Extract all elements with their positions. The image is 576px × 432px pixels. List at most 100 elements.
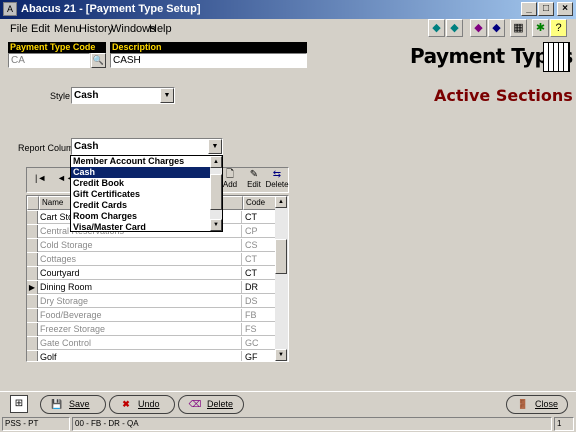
report-column-select[interactable]: Cash ▼ — [71, 138, 223, 155]
row-indicator[interactable] — [27, 267, 38, 280]
cell-name[interactable]: Gate Control — [39, 337, 242, 350]
bookmark-icon[interactable]: ◆ — [470, 19, 487, 37]
row-indicator[interactable] — [27, 239, 38, 252]
history-icon[interactable]: ◆ — [488, 19, 505, 37]
cell-code[interactable]: CS — [243, 239, 276, 252]
minimize-button[interactable]: _ — [521, 2, 537, 16]
scroll-down-icon[interactable]: ▼ — [210, 219, 222, 231]
table-row[interactable]: ▶ Dining Room DR — [27, 281, 276, 294]
delete-icon: ⌫ — [188, 399, 202, 409]
dropdown-option[interactable]: Gift Certificates — [71, 189, 211, 200]
next-record-icon[interactable]: ◆ — [446, 19, 463, 37]
dropdown-option[interactable]: Credit Book — [71, 178, 211, 189]
table-row[interactable]: Courtyard CT — [27, 267, 276, 280]
menu-menu[interactable]: Menu — [54, 23, 82, 35]
row-indicator[interactable] — [27, 295, 38, 308]
cell-name[interactable]: Cottages — [39, 253, 242, 266]
cell-name[interactable]: Food/Beverage — [39, 309, 242, 322]
cell-name[interactable]: Cold Storage — [39, 239, 242, 252]
cell-name[interactable]: Dry Storage — [39, 295, 242, 308]
report-column-label: Report Column — [18, 143, 79, 153]
status-count: 1 — [554, 417, 574, 431]
undo-button[interactable]: ✖ Undo — [109, 395, 175, 414]
dropdown-option[interactable]: Member Account Charges — [71, 156, 211, 167]
payment-type-code-input[interactable]: CA — [8, 53, 90, 68]
table-row[interactable]: Golf GF — [27, 351, 276, 361]
cell-name[interactable]: Freezer Storage — [39, 323, 242, 336]
scroll-up-icon[interactable]: ▲ — [275, 196, 287, 208]
run-icon[interactable]: ✱ — [532, 19, 549, 37]
prev-record-icon[interactable]: ◆ — [428, 19, 445, 37]
dropdown-option[interactable]: Credit Cards — [71, 200, 211, 211]
description-label: Description — [110, 42, 307, 53]
description-input[interactable]: CASH — [110, 53, 307, 68]
menu-help[interactable]: Help — [149, 23, 172, 35]
status-context: 00 - FB - DR - QA — [72, 417, 552, 431]
grid-scrollbar[interactable]: ▲ ▼ — [275, 196, 288, 361]
first-record-button[interactable]: |◄ — [35, 173, 46, 183]
row-indicator[interactable] — [27, 309, 38, 322]
scroll-up-icon[interactable]: ▲ — [210, 156, 222, 168]
chevron-down-icon[interactable]: ▼ — [160, 88, 174, 103]
row-indicator[interactable] — [27, 253, 38, 266]
app-icon[interactable]: A — [3, 2, 17, 16]
table-row[interactable]: Cottages CT — [27, 253, 276, 266]
dropdown-option[interactable]: Cash — [71, 167, 211, 178]
current-row-indicator-icon[interactable]: ▶ — [27, 281, 38, 294]
close-window-button[interactable]: × — [557, 2, 573, 16]
edit-button[interactable]: ✎ Edit — [243, 169, 265, 189]
calculator-icon[interactable]: ▦ — [510, 19, 527, 37]
column-header-code[interactable]: Code — [243, 196, 276, 210]
row-indicator[interactable] — [27, 225, 38, 238]
cell-name[interactable]: Dining Room — [39, 281, 242, 294]
help-icon[interactable]: ? — [550, 19, 567, 37]
cell-code[interactable]: CP — [243, 225, 276, 238]
save-label: Save — [69, 399, 90, 409]
scroll-down-icon[interactable]: ▼ — [275, 349, 287, 361]
cell-name[interactable]: Courtyard — [39, 267, 242, 280]
status-module: PSS - PT — [2, 417, 70, 431]
close-button[interactable]: 🚪 Close — [506, 395, 568, 414]
cell-code[interactable]: FS — [243, 323, 276, 336]
row-indicator[interactable] — [27, 337, 38, 350]
table-row[interactable]: Freezer Storage FS — [27, 323, 276, 336]
chevron-down-icon[interactable]: ▼ — [208, 139, 222, 154]
add-label: Add — [222, 180, 238, 189]
cell-code[interactable]: CT — [243, 267, 276, 280]
dropdown-scrollbar[interactable]: ▲ ▼ — [210, 156, 222, 231]
row-indicator[interactable] — [27, 323, 38, 336]
table-row[interactable]: Gate Control GC — [27, 337, 276, 350]
tree-icon[interactable]: ⊞ — [10, 395, 28, 413]
row-indicator[interactable] — [27, 211, 38, 224]
scroll-thumb[interactable] — [210, 174, 222, 210]
payment-type-code-label: Payment Type Code — [8, 42, 106, 53]
cell-code[interactable]: DS — [243, 295, 276, 308]
style-select[interactable]: Cash ▼ — [71, 87, 175, 104]
menu-edit[interactable]: Edit — [31, 23, 50, 35]
save-button[interactable]: 💾 Save — [40, 395, 106, 414]
dropdown-option[interactable]: Visa/Master Card — [71, 222, 211, 233]
table-row[interactable]: Food/Beverage FB — [27, 309, 276, 322]
cell-code[interactable]: GC — [243, 337, 276, 350]
cell-code[interactable]: DR — [243, 281, 276, 294]
cell-code[interactable]: CT — [243, 253, 276, 266]
row-indicator[interactable] — [27, 351, 38, 361]
dropdown-option[interactable]: Room Charges — [71, 211, 211, 222]
cell-code[interactable]: CT — [243, 211, 276, 224]
scroll-thumb[interactable] — [275, 239, 287, 274]
delete-row-button[interactable]: ⇆ Delete — [265, 169, 289, 189]
menu-file[interactable]: File — [10, 23, 28, 35]
cell-code[interactable]: GF — [243, 351, 276, 361]
action-bar: ⊞ 💾 Save ✖ Undo ⌫ Delete 🚪 Close — [0, 391, 576, 416]
cell-code[interactable]: FB — [243, 309, 276, 322]
report-column-value: Cash — [74, 141, 99, 152]
maximize-button[interactable]: □ — [538, 2, 554, 16]
lookup-icon[interactable]: 🔍 — [91, 53, 106, 68]
undo-label: Undo — [138, 399, 160, 409]
table-row[interactable]: Cold Storage CS — [27, 239, 276, 252]
menu-history[interactable]: History — [79, 23, 113, 35]
cell-name[interactable]: Golf — [39, 351, 242, 361]
table-row[interactable]: Dry Storage DS — [27, 295, 276, 308]
delete-button[interactable]: ⌫ Delete — [178, 395, 244, 414]
report-column-dropdown[interactable]: Member Account Charges Cash Credit Book Gif… — [70, 155, 223, 232]
